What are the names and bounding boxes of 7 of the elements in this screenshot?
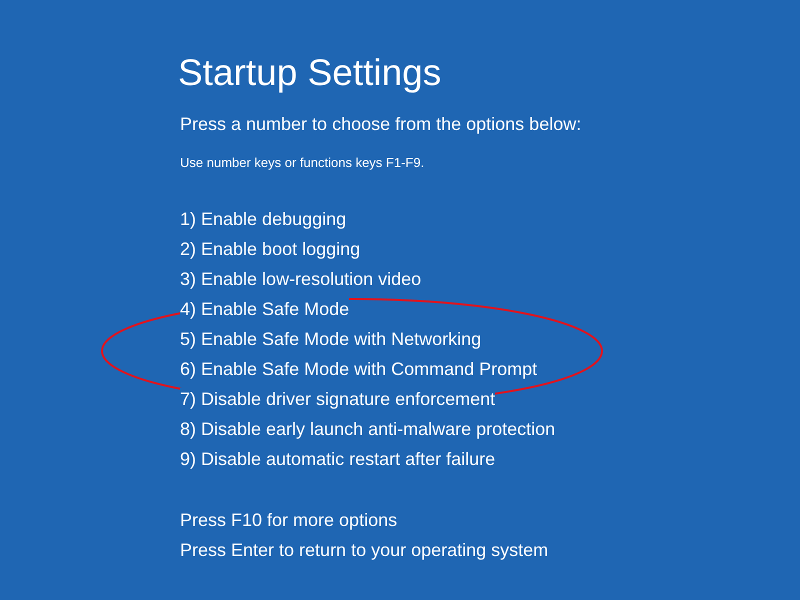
startup-option[interactable]: 4) Enable Safe Mode xyxy=(180,298,350,320)
startup-option[interactable]: 7) Disable driver signature enforcement xyxy=(180,388,496,410)
instruction-text: Press a number to choose from the options below: xyxy=(180,114,582,135)
screen-title: Startup Settings xyxy=(178,51,442,95)
footer-instruction: Press F10 for more options xyxy=(180,509,398,532)
footer-instruction: Press Enter to return to your operating system xyxy=(180,539,550,562)
hint-text: Use number keys or functions keys F1-F9. xyxy=(180,155,426,170)
